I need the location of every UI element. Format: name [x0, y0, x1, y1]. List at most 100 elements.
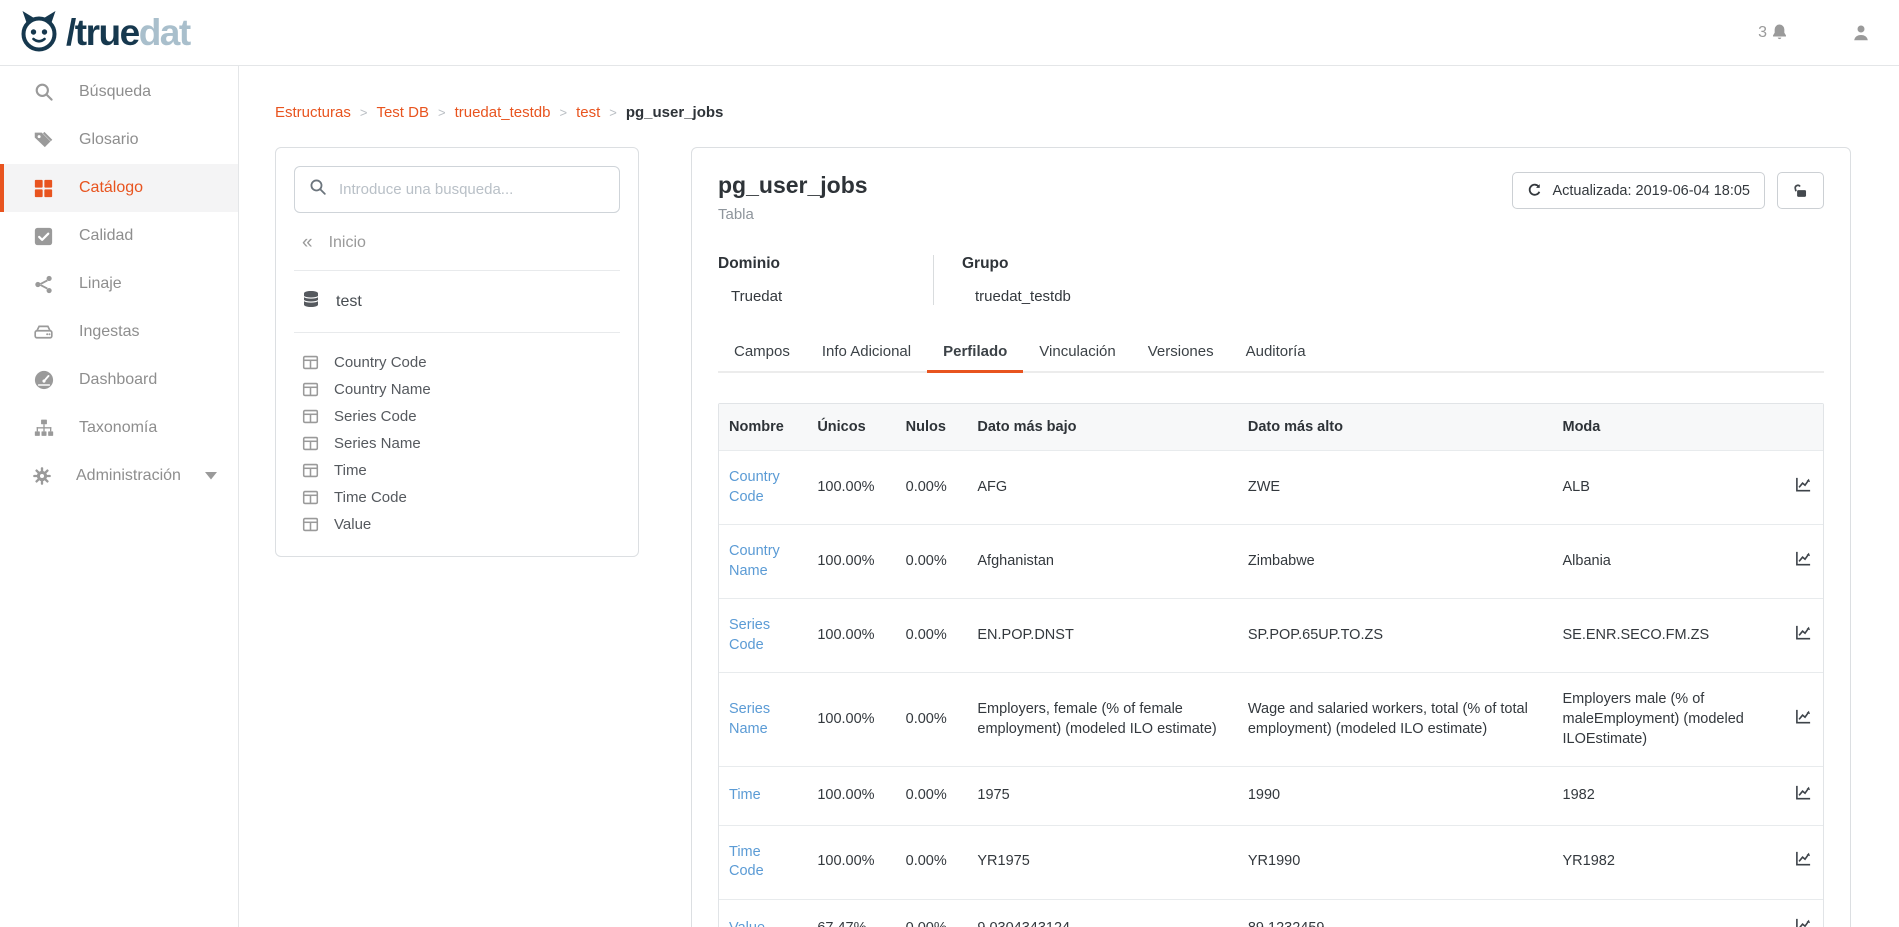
breadcrumb-link[interactable]: truedat_testdb — [455, 104, 551, 121]
breadcrumb-separator: > — [360, 105, 368, 120]
sidebar-item-catalogo[interactable]: Catálogo — [0, 164, 238, 212]
tab-item[interactable]: Vinculación — [1023, 333, 1131, 373]
table-columns-icon — [302, 462, 319, 479]
sidebar-item-ingestas[interactable]: Ingestas — [0, 308, 238, 356]
cell-lowest: Afghanistan — [967, 525, 1237, 599]
cell-mode: Albania — [1553, 525, 1785, 599]
profiling-table: Nombre Únicos Nulos Dato más bajo Dato m… — [719, 404, 1823, 927]
tab-label: Vinculación — [1039, 343, 1115, 360]
cell-lowest: 1975 — [967, 767, 1237, 826]
table-row: Country Code 100.00% 0.00% AFG ZWE ALB — [719, 451, 1823, 525]
row-name-link[interactable]: Time Code — [729, 844, 764, 880]
explorer-back-home[interactable]: « Inicio — [294, 213, 620, 271]
sidebar-item-dashboard[interactable]: Dashboard — [0, 356, 238, 404]
refresh-updated-button[interactable]: Actualizada: 2019-06-04 18:05 — [1512, 172, 1765, 209]
user-menu-button[interactable] — [1851, 23, 1871, 43]
tree-column-item[interactable]: Time Code — [298, 484, 616, 511]
tab-item[interactable]: Campos — [718, 333, 806, 373]
app-root: /truedat 3 — [0, 0, 1899, 927]
chart-line-icon[interactable] — [1795, 784, 1812, 801]
explorer-search-input[interactable] — [339, 181, 605, 198]
updated-label: Actualizada: 2019-06-04 18:05 — [1552, 183, 1750, 199]
unlock-icon — [1792, 182, 1809, 199]
chart-line-icon[interactable] — [1795, 550, 1812, 567]
cell-unique: 100.00% — [807, 825, 895, 899]
explorer-columns-list: Country Code Country Name Series — [294, 333, 620, 542]
layout: Búsqueda Glosario Catálogo Calidad — [0, 66, 1899, 927]
explorer-root-node[interactable]: test — [294, 271, 620, 333]
tree-column-label: Country Name — [334, 381, 431, 398]
tab-item[interactable]: Versiones — [1132, 333, 1230, 373]
tree-column-item[interactable]: Country Name — [298, 376, 616, 403]
chart-line-icon[interactable] — [1795, 624, 1812, 641]
sidebar-item-glosario[interactable]: Glosario — [0, 116, 238, 164]
cell-nulls: 0.00% — [896, 599, 968, 673]
tree-column-item[interactable]: Series Code — [298, 403, 616, 430]
row-name-link[interactable]: Series Code — [729, 617, 770, 653]
search-icon — [32, 82, 55, 102]
chart-line-icon[interactable] — [1795, 850, 1812, 867]
table-columns-icon — [302, 408, 319, 425]
row-name-link[interactable]: Time — [729, 787, 761, 803]
cell-highest: Wage and salaried workers, total (% of t… — [1238, 673, 1553, 767]
page-title: pg_user_jobs — [718, 172, 868, 199]
tab-item[interactable]: Perfilado — [927, 333, 1023, 373]
profiling-table-wrap: Nombre Únicos Nulos Dato más bajo Dato m… — [718, 403, 1824, 927]
cell-nulls: 0.00% — [896, 525, 968, 599]
cell-nulls: 0.00% — [896, 767, 968, 826]
tab-label: Campos — [734, 343, 790, 360]
notifications-button[interactable]: 3 — [1758, 23, 1789, 42]
explorer-search-box — [294, 166, 620, 213]
tab-item[interactable]: Info Adicional — [806, 333, 927, 373]
sidebar-item-label: Ingestas — [79, 323, 139, 341]
tab-item[interactable]: Auditoría — [1230, 333, 1322, 373]
col-header-nulos: Nulos — [896, 404, 968, 451]
domain-label: Dominio — [718, 255, 907, 273]
breadcrumb-separator: > — [438, 105, 446, 120]
row-name-link[interactable]: Series Name — [729, 701, 770, 737]
detail-tabs: Campos Info Adicional Perfilado Vinculac… — [718, 333, 1824, 373]
row-name-link[interactable]: Value — [729, 920, 765, 927]
tree-column-item[interactable]: Time — [298, 457, 616, 484]
sidebar-item-taxonomia[interactable]: Taxonomía — [0, 404, 238, 452]
chart-line-icon[interactable] — [1795, 917, 1812, 927]
cell-unique: 100.00% — [807, 599, 895, 673]
cell-mode: 1982 — [1553, 767, 1785, 826]
sidebar-item-linaje[interactable]: Linaje — [0, 260, 238, 308]
check-square-icon — [32, 227, 55, 246]
structure-type-label: Tabla — [718, 206, 868, 223]
user-icon — [1851, 23, 1871, 43]
tab-label: Perfilado — [943, 343, 1007, 360]
breadcrumb-current: pg_user_jobs — [626, 104, 724, 121]
truedat-logo[interactable]: /truedat — [16, 6, 190, 59]
breadcrumb-link[interactable]: Estructuras — [275, 104, 351, 121]
table-row: Series Code 100.00% 0.00% EN.POP.DNST SP… — [719, 599, 1823, 673]
domain-value: Truedat — [718, 288, 907, 305]
breadcrumb-link[interactable]: test — [576, 104, 600, 121]
cell-unique: 100.00% — [807, 767, 895, 826]
logo-wordmark: /truedat — [66, 14, 190, 51]
chart-line-icon[interactable] — [1795, 476, 1812, 493]
lock-toggle-button[interactable] — [1777, 172, 1824, 209]
bell-icon — [1770, 23, 1789, 42]
meta-section: Dominio Truedat Grupo truedat_testdb — [718, 255, 1824, 305]
tree-column-label: Value — [334, 516, 371, 533]
sidebar-item-administracion[interactable]: Administración — [0, 452, 238, 500]
breadcrumb: Estructuras > Test DB > truedat_testdb >… — [275, 104, 1851, 121]
cell-nulls: 0.00% — [896, 451, 968, 525]
sidebar-item-busqueda[interactable]: Búsqueda — [0, 68, 238, 116]
row-name-link[interactable]: Country Code — [729, 469, 780, 505]
cell-unique: 67.47% — [807, 899, 895, 927]
drive-icon — [32, 322, 55, 343]
tree-column-item[interactable]: Value — [298, 511, 616, 538]
breadcrumb-link[interactable]: Test DB — [376, 104, 429, 121]
tree-column-item[interactable]: Series Name — [298, 430, 616, 457]
table-row: Time 100.00% 0.00% 1975 1990 1982 — [719, 767, 1823, 826]
sidebar-item-label: Búsqueda — [79, 83, 151, 101]
table-row: Country Name 100.00% 0.00% Afghanistan Z… — [719, 525, 1823, 599]
row-name-link[interactable]: Country Name — [729, 543, 780, 579]
sidebar-item-label: Administración — [76, 467, 181, 485]
chart-line-icon[interactable] — [1795, 708, 1812, 725]
tree-column-item[interactable]: Country Code — [298, 349, 616, 376]
sidebar-item-calidad[interactable]: Calidad — [0, 212, 238, 260]
